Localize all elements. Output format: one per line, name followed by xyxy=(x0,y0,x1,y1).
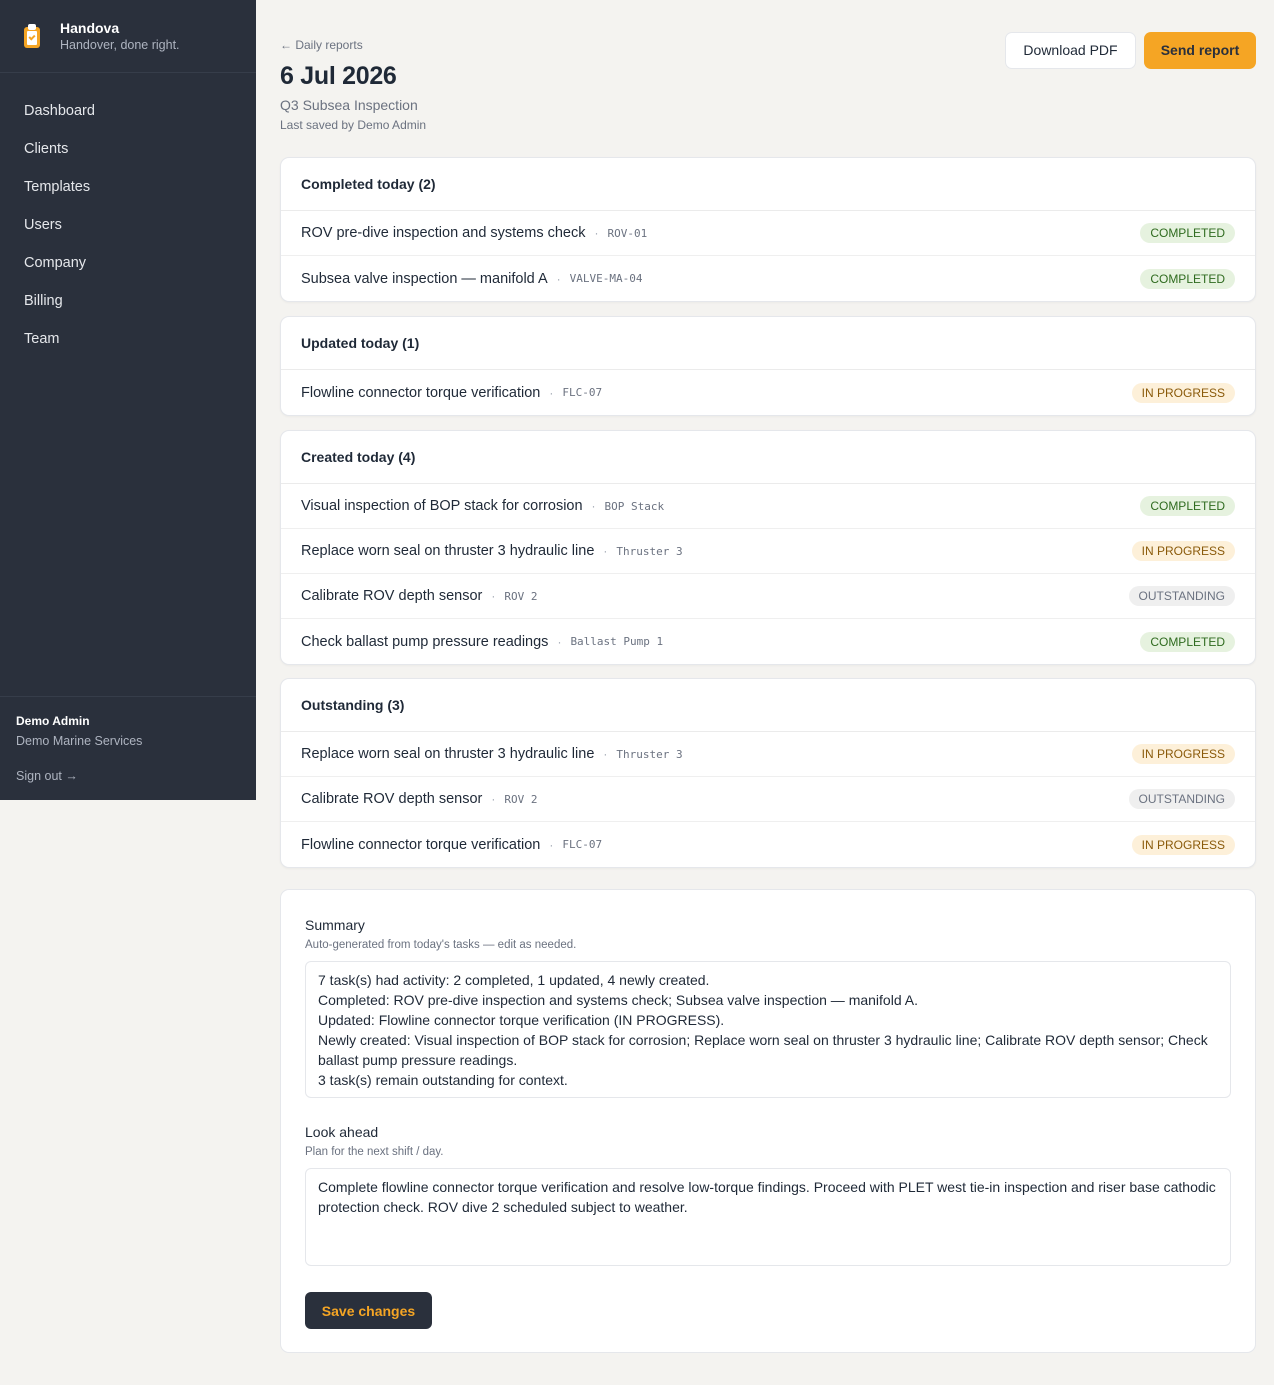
task-asset-code: Ballast Pump 1 xyxy=(570,635,664,648)
sidebar-item-team[interactable]: Team xyxy=(0,320,256,358)
task-title: Calibrate ROV depth sensor xyxy=(301,791,483,807)
sidebar-item-company[interactable]: Company xyxy=(0,244,256,282)
download-pdf-button[interactable]: Download PDF xyxy=(1005,32,1136,69)
task-title: Check ballast pump pressure readings xyxy=(301,633,549,650)
sidebar-nav: Dashboard Clients Templates Users Compan… xyxy=(0,73,256,358)
status-badge: COMPLETED xyxy=(1140,631,1235,652)
task-title: Flowline connector torque verification xyxy=(301,836,541,853)
status-badge: IN PROGRESS xyxy=(1131,834,1235,855)
task-row[interactable]: Replace worn seal on thruster 3 hydrauli… xyxy=(281,732,1255,777)
task-title: ROV pre-dive inspection and systems chec… xyxy=(301,225,586,241)
separator-dot: · xyxy=(603,544,608,558)
app-name: Handova xyxy=(60,19,120,36)
report-editor-card: Summary Auto-generated from today's task… xyxy=(280,889,1256,1353)
sidebar-item-dashboard[interactable]: Dashboard xyxy=(0,92,256,130)
task-asset-code: FLC-07 xyxy=(562,386,603,399)
section-title: Outstanding (3) xyxy=(281,679,1255,732)
task-section-card: Outstanding (3) Replace worn seal on thru… xyxy=(280,678,1256,868)
send-report-button[interactable]: Send report xyxy=(1144,32,1256,69)
task-asset-code: ROV-01 xyxy=(607,226,648,240)
task-row[interactable]: Visual inspection of BOP stack for corro… xyxy=(281,484,1255,529)
separator-dot: · xyxy=(549,385,554,400)
status-badge: COMPLETED xyxy=(1140,223,1235,243)
task-title: Flowline connector torque verification xyxy=(301,384,541,401)
task-title: Replace worn seal on thruster 3 hydrauli… xyxy=(301,543,595,559)
sidebar-item-users[interactable]: Users xyxy=(0,206,256,244)
task-asset-code: Thruster 3 xyxy=(616,544,683,558)
back-to-daily-reports-link[interactable]: ← Daily reports xyxy=(280,38,363,52)
task-section-card: Created today (4) Visual inspection of BO… xyxy=(280,430,1256,665)
separator-dot: · xyxy=(556,271,561,286)
task-row[interactable]: Replace worn seal on thruster 3 hydrauli… xyxy=(281,529,1255,574)
task-title: Subsea valve inspection — manifold A xyxy=(301,270,548,287)
task-section-card: Completed today (2) ROV pre-dive inspecti… xyxy=(280,157,1256,302)
summary-label: Summary xyxy=(305,917,365,933)
sidebar-item-billing[interactable]: Billing xyxy=(0,282,256,320)
user-name: Demo Admin xyxy=(16,714,90,728)
task-asset-code: ROV 2 xyxy=(504,589,538,603)
last-saved-text: Last saved by Demo Admin xyxy=(280,118,427,132)
separator-dot: · xyxy=(603,747,608,761)
task-asset-code: ROV 2 xyxy=(504,792,538,806)
status-badge: OUTSTANDING xyxy=(1128,789,1235,809)
project-name: Q3 Subsea Inspection xyxy=(280,97,418,113)
separator-dot: · xyxy=(491,792,496,806)
summary-textarea[interactable]: 7 task(s) had activity: 2 completed, 1 u… xyxy=(305,961,1231,1098)
status-badge: IN PROGRESS xyxy=(1131,541,1235,561)
task-row[interactable]: Flowline connector torque verification · F… xyxy=(281,370,1255,415)
task-title: Replace worn seal on thruster 3 hydrauli… xyxy=(301,746,595,762)
summary-help: Auto-generated from today's tasks — edit… xyxy=(305,939,577,951)
page-title: 6 Jul 2026 xyxy=(280,62,397,90)
save-changes-button[interactable]: Save changes xyxy=(305,1292,432,1329)
status-badge: COMPLETED xyxy=(1140,496,1235,516)
sidebar-item-clients[interactable]: Clients xyxy=(0,130,256,168)
task-section-card: Updated today (1) Flowline connector torq… xyxy=(280,316,1256,416)
task-row[interactable]: Flowline connector torque verification · F… xyxy=(281,822,1255,867)
clipboard-check-icon xyxy=(22,24,42,48)
look-ahead-textarea[interactable]: Complete flowline connector torque verif… xyxy=(305,1168,1231,1266)
status-badge: COMPLETED xyxy=(1140,268,1235,289)
sidebar: Handova Handover, done right. Dashboard … xyxy=(0,0,256,800)
brand[interactable]: Handova Handover, done right. xyxy=(0,0,256,73)
look-ahead-help: Plan for the next shift / day. xyxy=(305,1146,444,1158)
task-title: Visual inspection of BOP stack for corro… xyxy=(301,498,583,514)
look-ahead-label: Look ahead xyxy=(305,1124,379,1140)
section-title: Completed today (2) xyxy=(281,158,1255,211)
task-title: Calibrate ROV depth sensor xyxy=(301,588,483,604)
task-asset-code: VALVE-MA-04 xyxy=(569,272,643,285)
section-title: Created today (4) xyxy=(281,431,1255,484)
separator-dot: · xyxy=(591,499,596,513)
status-badge: IN PROGRESS xyxy=(1131,744,1235,764)
separator-dot: · xyxy=(557,634,562,649)
task-asset-code: FLC-07 xyxy=(562,838,603,851)
sidebar-item-templates[interactable]: Templates xyxy=(0,168,256,206)
task-row[interactable]: Calibrate ROV depth sensor · ROV 2 OUTSTAND… xyxy=(281,574,1255,619)
task-row[interactable]: Check ballast pump pressure readings · Bal… xyxy=(281,619,1255,664)
separator-dot: · xyxy=(594,226,599,240)
task-row[interactable]: ROV pre-dive inspection and systems chec… xyxy=(281,211,1255,256)
task-row[interactable]: Calibrate ROV depth sensor · ROV 2 OUTSTAND… xyxy=(281,777,1255,822)
task-row[interactable]: Subsea valve inspection — manifold A · VAL… xyxy=(281,256,1255,301)
sign-out-link[interactable]: Sign out → xyxy=(16,768,240,784)
task-asset-code: BOP Stack xyxy=(604,499,665,513)
separator-dot: · xyxy=(491,589,496,603)
status-badge: IN PROGRESS xyxy=(1131,382,1235,403)
task-asset-code: Thruster 3 xyxy=(616,747,683,761)
user-company: Demo Marine Services xyxy=(16,734,143,748)
status-badge: OUTSTANDING xyxy=(1128,586,1235,606)
user-panel: Demo Admin Demo Marine Services Sign out… xyxy=(0,696,256,800)
app-tagline: Handover, done right. xyxy=(60,37,180,52)
section-title: Updated today (1) xyxy=(281,317,1255,370)
separator-dot: · xyxy=(549,837,554,852)
